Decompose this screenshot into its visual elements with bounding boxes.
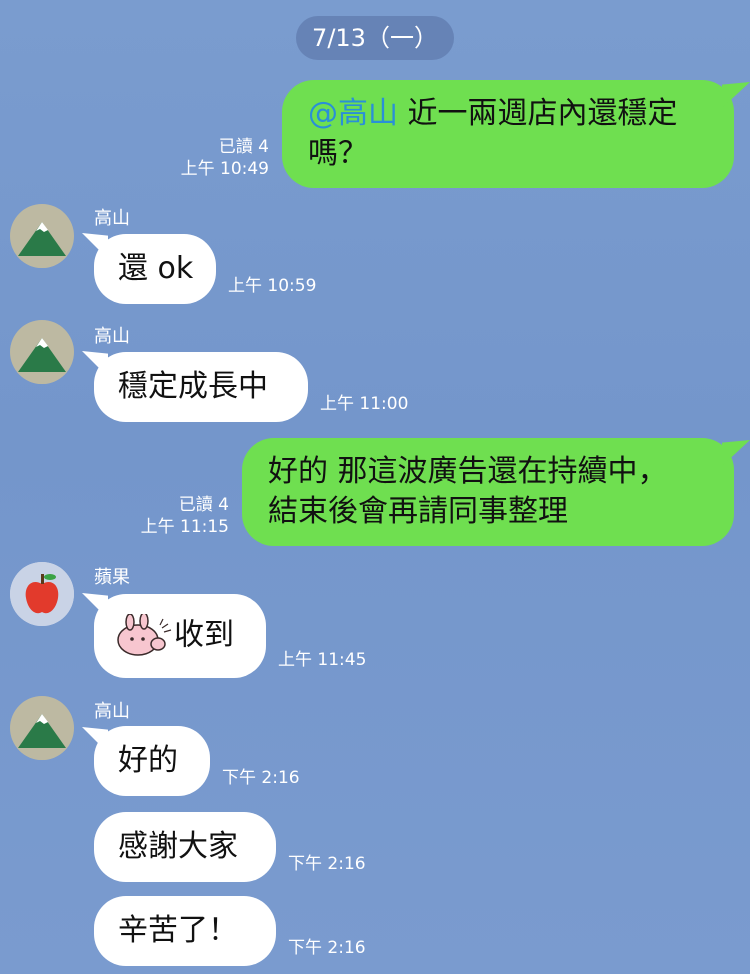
outgoing-message[interactable]: @高山 近一兩週店內還穩定 嗎？ — [282, 80, 734, 188]
incoming-message[interactable]: 好的 — [94, 726, 210, 796]
message-meta: 已讀 4 上午 11:15 — [141, 494, 229, 538]
date-divider: 7/13（一） — [296, 16, 454, 60]
message-text: 好的 那這波廣告還在持續中， — [268, 454, 668, 489]
incoming-message[interactable]: 收到 — [94, 594, 266, 678]
mention-link[interactable]: @高山 — [308, 96, 398, 131]
read-receipt: 已讀 4 — [178, 495, 229, 515]
sender-name: 高山 — [94, 701, 130, 722]
apple-avatar[interactable] — [10, 562, 74, 626]
sender-name: 蘋果 — [94, 567, 130, 588]
sender-name: 高山 — [94, 326, 130, 347]
outgoing-message[interactable]: 好的 那這波廣告還在持續中， 結束後會再請同事整理 — [242, 438, 734, 546]
timestamp: 上午 11:00 — [320, 394, 409, 414]
incoming-message[interactable]: 感謝大家 — [94, 812, 276, 882]
message-meta: 已讀 4 上午 10:49 — [181, 136, 269, 180]
gaoshan-avatar[interactable] — [10, 204, 74, 268]
timestamp: 上午 11:15 — [140, 517, 229, 537]
message-text: 還 ok — [118, 251, 194, 286]
read-receipt: 已讀 4 — [218, 137, 269, 157]
mountain-icon — [10, 320, 74, 384]
incoming-message[interactable]: 還 ok — [94, 234, 216, 304]
gaoshan-avatar[interactable] — [10, 696, 74, 760]
incoming-message[interactable]: 穩定成長中 — [94, 352, 308, 422]
timestamp: 上午 10:59 — [228, 276, 317, 296]
mountain-icon — [10, 696, 74, 760]
gaoshan-avatar[interactable] — [10, 320, 74, 384]
message-text: 好的 — [118, 743, 178, 778]
message-text: 感謝大家 — [118, 829, 238, 864]
timestamp: 上午 10:49 — [180, 159, 269, 179]
message-text: 嗎？ — [308, 136, 368, 171]
message-text: 近一兩週店內還穩定 — [407, 96, 678, 131]
timestamp: 上午 11:45 — [278, 650, 367, 670]
message-text: 結束後會再請同事整理 — [268, 494, 568, 529]
timestamp: 下午 2:16 — [222, 768, 300, 788]
message-text: 收到 — [174, 617, 234, 653]
bunny-sticker-icon — [117, 612, 172, 656]
incoming-message[interactable]: 辛苦了！ — [94, 896, 276, 966]
sender-name: 高山 — [94, 208, 130, 229]
timestamp: 下午 2:16 — [288, 854, 366, 874]
message-text: 穩定成長中 — [118, 369, 268, 404]
mountain-icon — [10, 204, 74, 268]
apple-icon — [10, 562, 74, 626]
timestamp: 下午 2:16 — [288, 938, 366, 958]
message-text: 辛苦了！ — [118, 913, 238, 948]
